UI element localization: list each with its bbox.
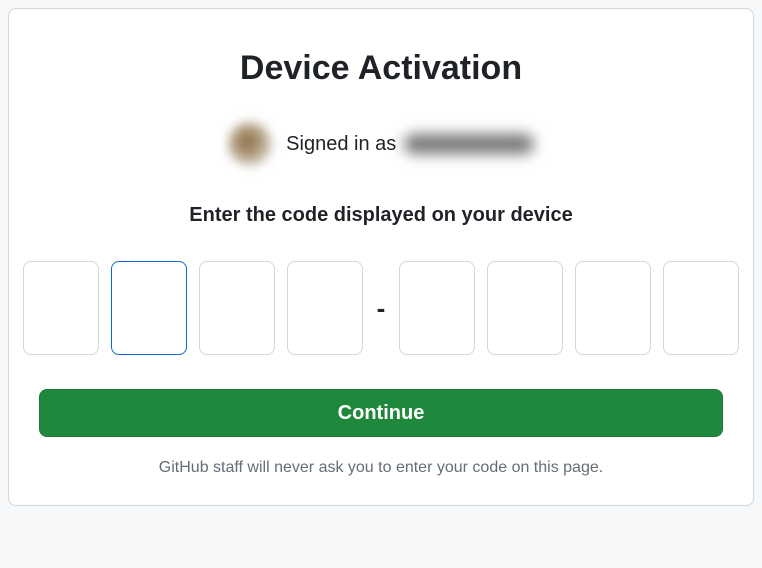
continue-button[interactable]: Continue <box>39 389 723 437</box>
footer-note: GitHub staff will never ask you to enter… <box>159 459 603 477</box>
code-input-8[interactable] <box>663 261 739 355</box>
code-separator: - <box>375 293 388 324</box>
page-title: Device Activation <box>240 49 522 88</box>
code-input-7[interactable] <box>575 261 651 355</box>
signed-in-row: Signed in as <box>228 122 534 166</box>
username-redacted <box>404 134 534 154</box>
activation-card: Device Activation Signed in as Enter the… <box>8 8 754 506</box>
instruction-text: Enter the code displayed on your device <box>189 204 572 227</box>
signed-in-label: Signed in as <box>286 133 396 155</box>
code-input-5[interactable] <box>399 261 475 355</box>
code-input-6[interactable] <box>487 261 563 355</box>
code-input-1[interactable] <box>23 261 99 355</box>
code-input-row: - <box>39 261 723 355</box>
code-input-4[interactable] <box>287 261 363 355</box>
avatar <box>228 122 272 166</box>
signed-in-text: Signed in as <box>286 133 534 156</box>
code-input-2[interactable] <box>111 261 187 355</box>
code-input-3[interactable] <box>199 261 275 355</box>
